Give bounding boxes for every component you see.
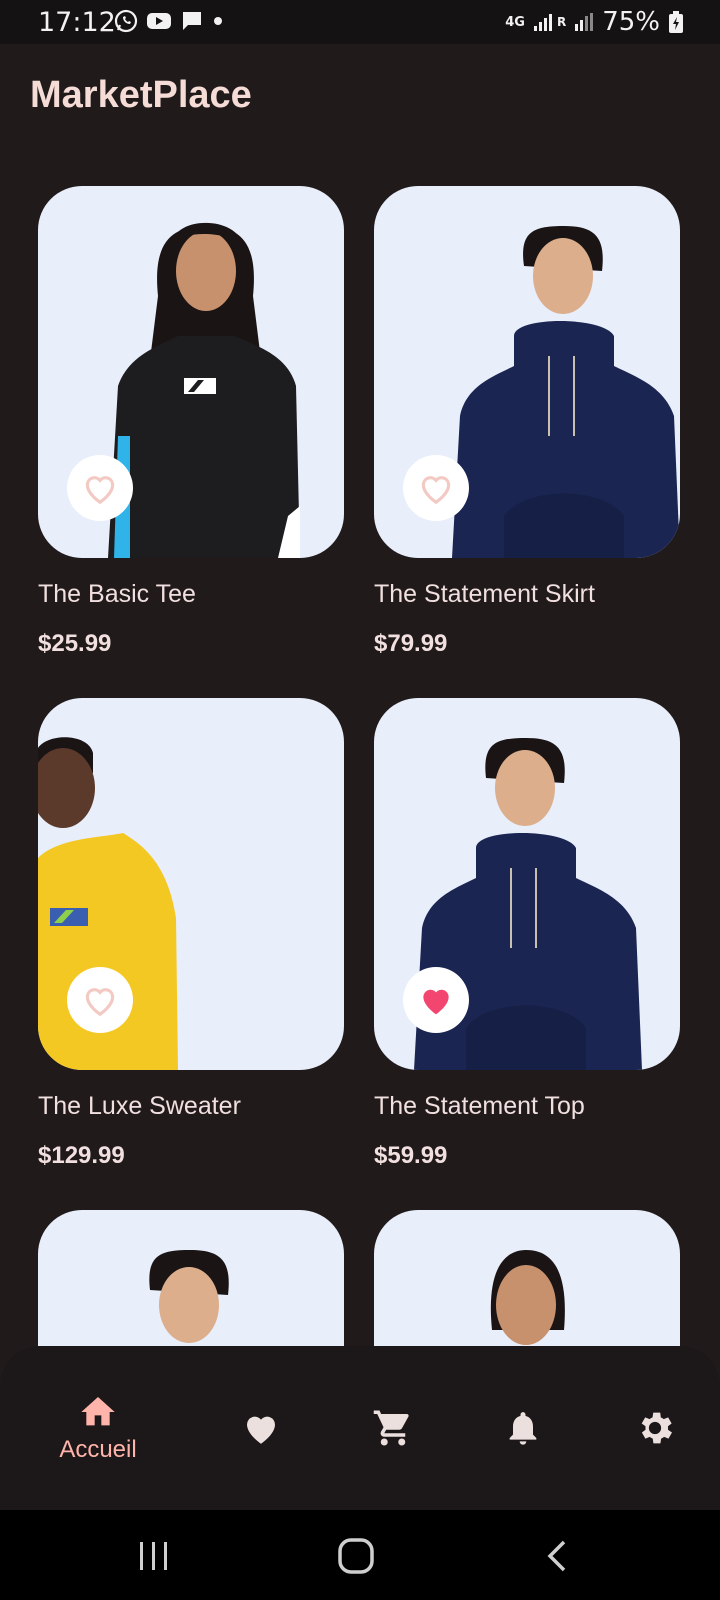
- product-image[interactable]: [38, 1210, 344, 1346]
- heart-outline-icon: [85, 988, 115, 1017]
- product-card[interactable]: The Statement Top $59.99: [374, 698, 680, 1169]
- gear-icon: [641, 1412, 672, 1444]
- favorite-button[interactable]: [403, 967, 469, 1033]
- product-price: $59.99: [374, 1142, 448, 1169]
- whatsapp-icon: [114, 9, 138, 33]
- status-right: 4G R 75%: [505, 7, 684, 37]
- nav-item-favorites[interactable]: [236, 1346, 286, 1510]
- status-bar: 17:12 4G R 75%: [0, 0, 720, 44]
- status-time: 17:12: [38, 7, 116, 38]
- network-type: 4G: [505, 14, 525, 30]
- product-card[interactable]: The Basic Tee $25.99: [38, 186, 344, 657]
- nav-item-settings[interactable]: [630, 1346, 680, 1510]
- product-name: The Basic Tee: [38, 580, 196, 608]
- product-card[interactable]: The Statement Skirt $79.99: [374, 186, 680, 657]
- product-image[interactable]: [374, 186, 680, 558]
- cart-icon: [373, 1410, 409, 1446]
- product-card[interactable]: [374, 1210, 680, 1346]
- recent-apps-icon[interactable]: [136, 1538, 172, 1574]
- bell-icon: [509, 1412, 537, 1445]
- product-image[interactable]: [38, 186, 344, 558]
- model-partial-image: [149, 1250, 229, 1343]
- message-icon: [183, 12, 201, 30]
- back-icon[interactable]: [540, 1536, 576, 1576]
- battery-percent: 75%: [602, 7, 660, 37]
- signal-icon: [533, 14, 552, 31]
- favorite-button[interactable]: [67, 967, 133, 1033]
- page-title: MarketPlace: [30, 74, 252, 116]
- heart-outline-icon: [421, 476, 451, 505]
- product-price: $129.99: [38, 1142, 125, 1169]
- heart-icon: [247, 1416, 275, 1444]
- nav-item-cart[interactable]: [368, 1346, 418, 1510]
- product-card[interactable]: The Luxe Sweater $129.99: [38, 698, 344, 1169]
- heart-filled-icon: [423, 989, 449, 1015]
- nav-item-home[interactable]: Accueil: [48, 1346, 148, 1510]
- model-partial-image: [490, 1250, 565, 1345]
- product-image[interactable]: [38, 698, 344, 1070]
- roaming-indicator: R: [556, 15, 567, 29]
- system-navigation-bar: [0, 1510, 720, 1600]
- product-card[interactable]: [38, 1210, 344, 1346]
- signal-icon-2: [575, 13, 594, 31]
- favorite-button[interactable]: [67, 455, 133, 521]
- bottom-navigation: Accueil: [0, 1346, 720, 1510]
- product-price: $25.99: [38, 630, 112, 657]
- battery-charging-icon: [669, 11, 683, 33]
- youtube-icon: [147, 13, 171, 29]
- favorite-button[interactable]: [403, 455, 469, 521]
- notification-icons: [114, 9, 224, 33]
- product-name: The Statement Top: [374, 1092, 585, 1120]
- heart-outline-icon: [85, 476, 115, 505]
- dot-icon: [214, 17, 222, 25]
- product-name: The Luxe Sweater: [38, 1092, 241, 1120]
- nav-label-home: Accueil: [59, 1436, 137, 1463]
- product-image[interactable]: [374, 1210, 680, 1346]
- product-image[interactable]: [374, 698, 680, 1070]
- product-price: $79.99: [374, 630, 448, 657]
- home-button-icon[interactable]: [336, 1536, 376, 1576]
- product-grid[interactable]: The Basic Tee $25.99 The Statement Skirt…: [38, 186, 683, 1346]
- product-name: The Statement Skirt: [374, 580, 595, 608]
- nav-item-notifications[interactable]: [498, 1346, 548, 1510]
- home-icon: [81, 1397, 115, 1426]
